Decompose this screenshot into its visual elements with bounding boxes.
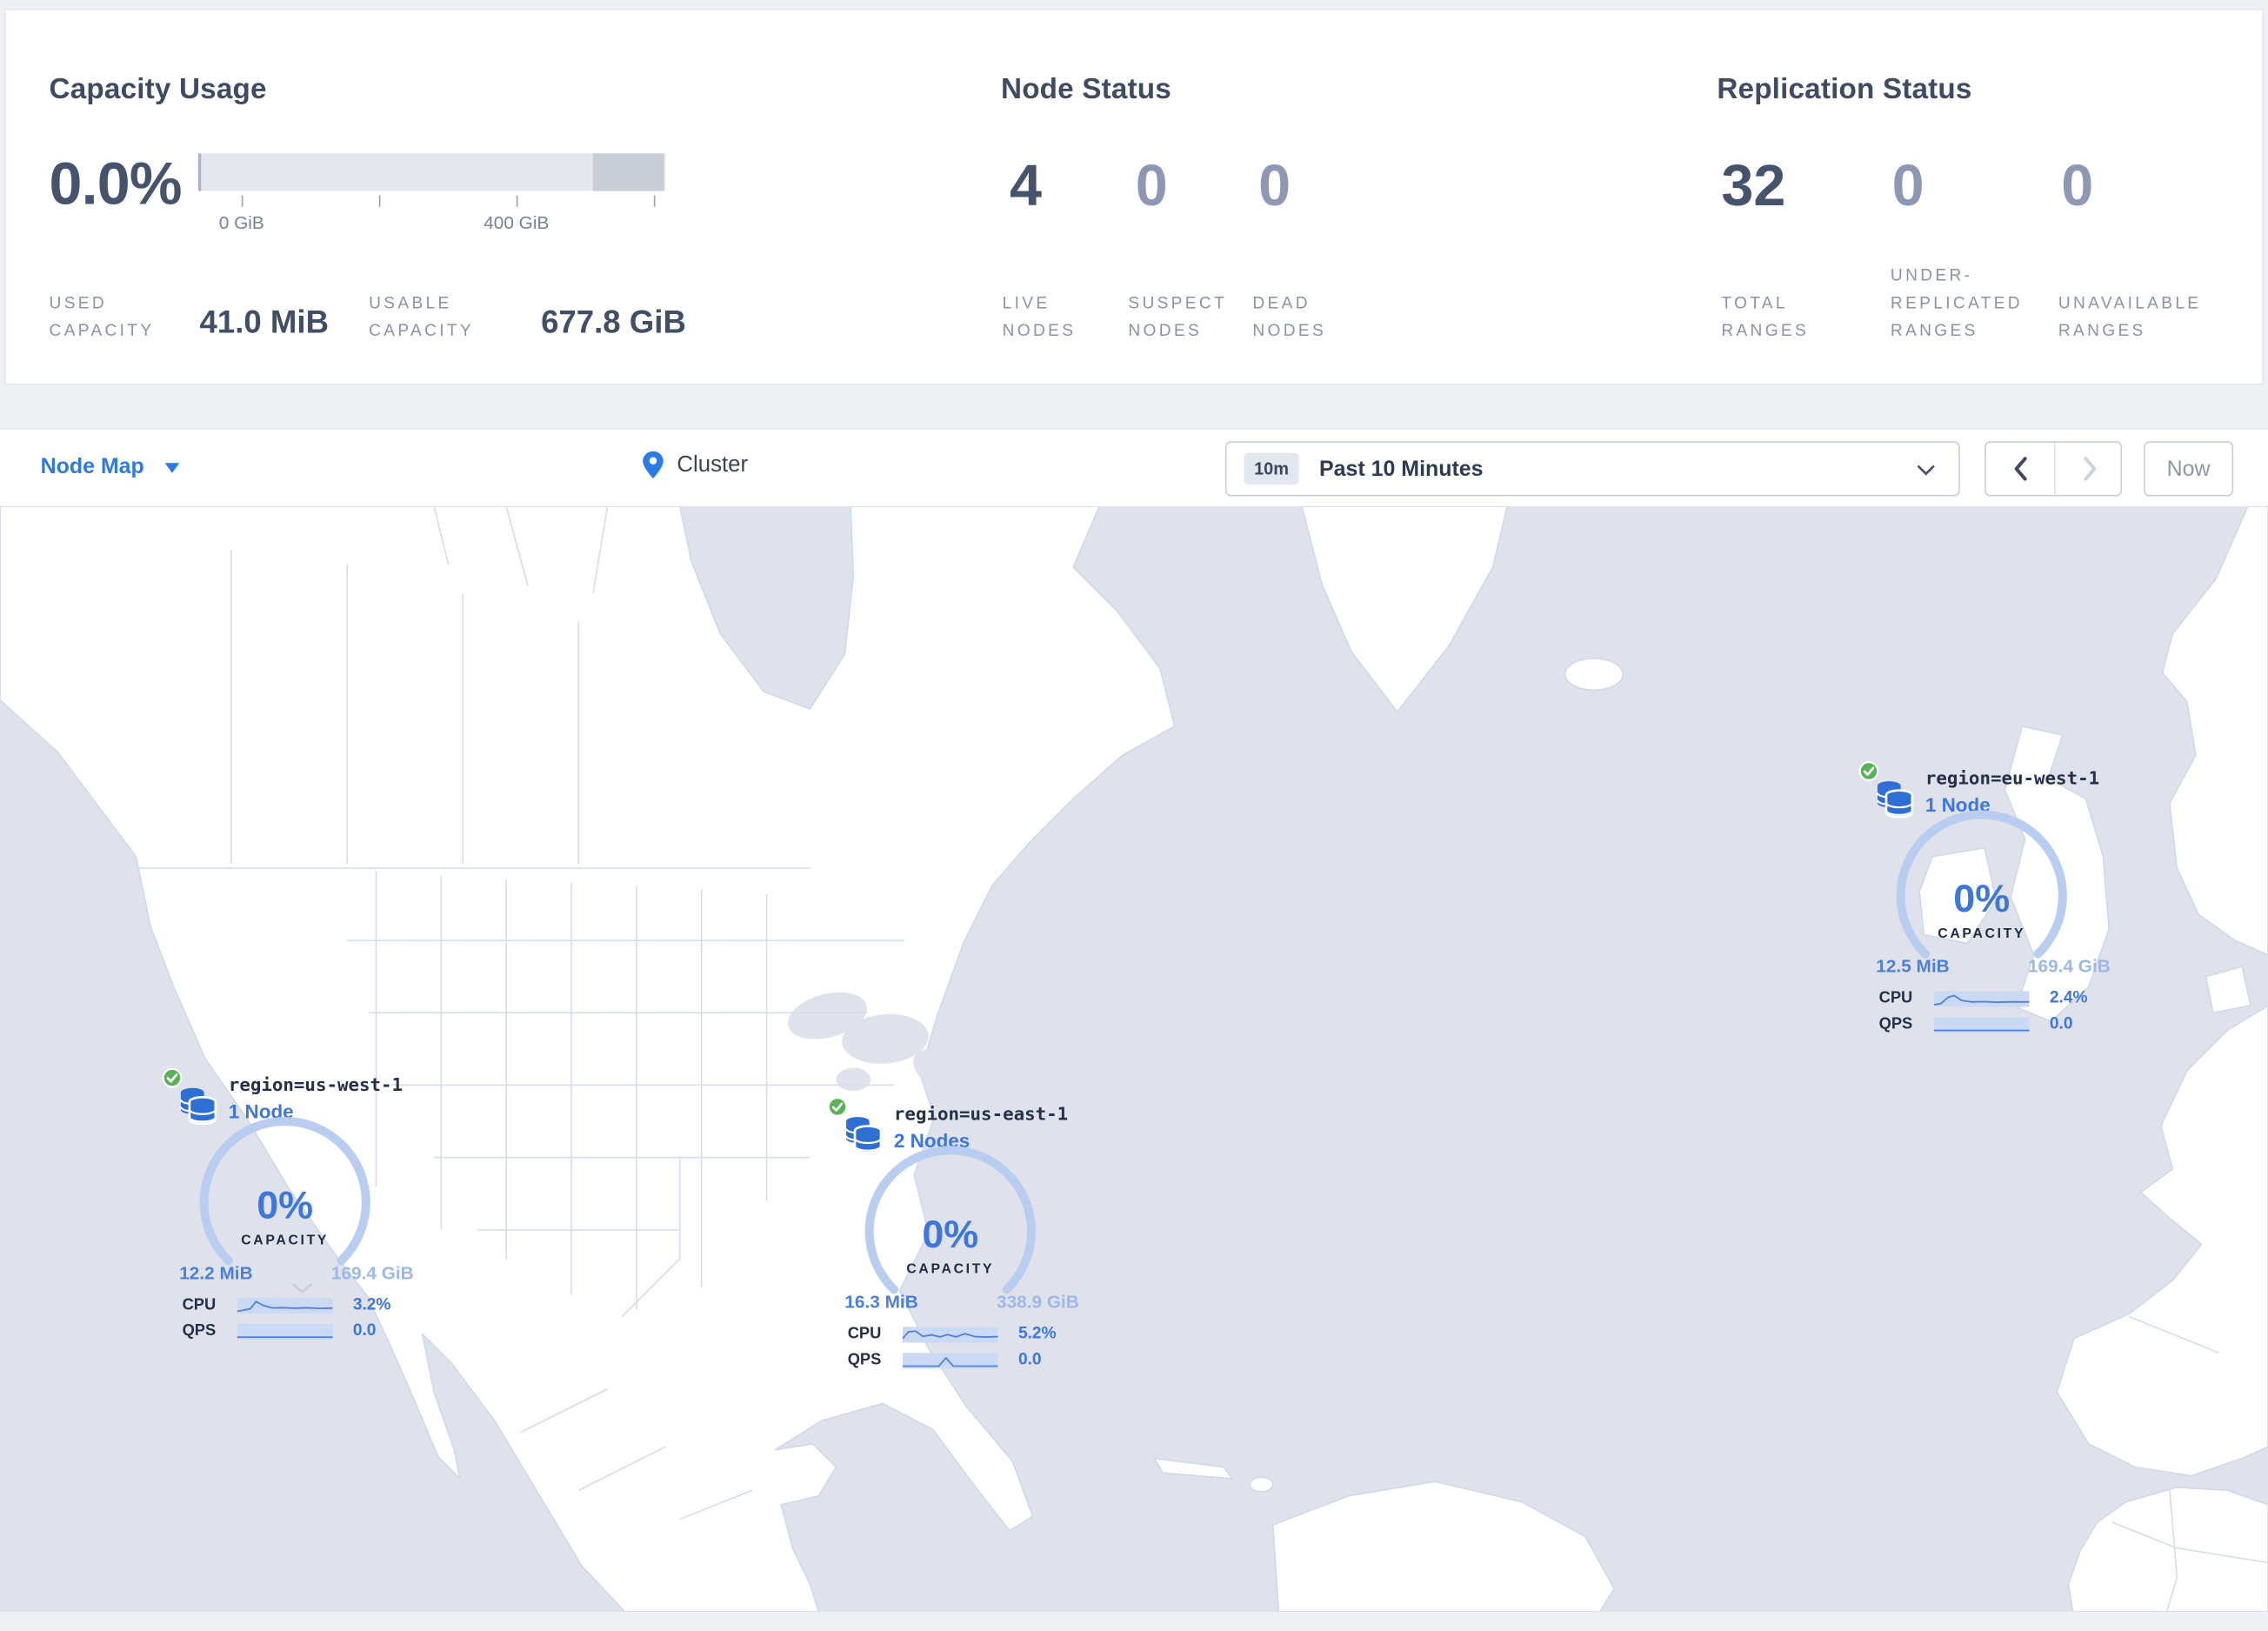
capacity-usage-bar xyxy=(197,153,666,191)
node-status-title: Node Status xyxy=(1001,73,1171,105)
used-capacity-value: 41.0 MiB xyxy=(199,304,330,340)
time-range-badge: 10m xyxy=(1244,452,1299,485)
region-marker-eu-west-1[interactable]: region=eu-west-1 1 Node 0% CAPACITY 12.5… xyxy=(1856,757,2119,1049)
unavailable-ranges-label: UNAVAILABLE RANGES xyxy=(2058,295,2202,340)
node-status-panel: Node Status 4 0 0 LIVE NODES SUSPECT NOD… xyxy=(1001,10,1623,384)
location-pin-icon xyxy=(643,451,664,479)
replication-status-title: Replication Status xyxy=(1717,73,1972,105)
region-usable-capacity: 338.9 GiB xyxy=(997,1292,1079,1313)
region-used-capacity: 16.3 MiB xyxy=(844,1292,918,1313)
cpu-label: CPU xyxy=(182,1296,217,1314)
qps-label: QPS xyxy=(182,1322,217,1340)
breadcrumb[interactable]: Cluster xyxy=(641,450,748,480)
region-marker-us-east-1[interactable]: region=us-east-1 2 Nodes 0% CAPACITY 16.… xyxy=(824,1093,1088,1385)
unavailable-ranges-count: 0 xyxy=(2061,154,2094,219)
qps-value: 0.0 xyxy=(352,1322,377,1340)
now-button[interactable]: Now xyxy=(2144,441,2234,497)
used-capacity-label: USED CAPACITY xyxy=(49,295,155,340)
axis-tick xyxy=(241,195,243,207)
region-capacity-word: CAPACITY xyxy=(1938,926,2026,942)
axis-tick-label: 400 GiB xyxy=(484,212,550,233)
live-nodes-label: LIVE NODES xyxy=(1002,295,1077,340)
land-iceland xyxy=(1564,657,1624,692)
region-capacity-percent: 0% xyxy=(922,1212,979,1256)
cpu-label: CPU xyxy=(847,1325,882,1343)
cpu-sparkline xyxy=(902,1327,998,1343)
cpu-value: 5.2% xyxy=(1017,1325,1057,1343)
region-name: region=us-east-1 xyxy=(893,1102,1069,1125)
total-ranges-label: TOTAL RANGES xyxy=(1721,295,1810,340)
region-capacity-word: CAPACITY xyxy=(906,1261,995,1278)
qps-sparkline xyxy=(902,1353,998,1369)
map-toolbar: Node Map Cluster 10m Past 10 Minutes Now xyxy=(0,428,2268,507)
cpu-label: CPU xyxy=(1878,989,1913,1007)
capacity-bar-reserved-segment xyxy=(592,153,664,191)
time-step-forward-button[interactable] xyxy=(2056,443,2124,495)
dropdown-triangle-icon xyxy=(164,463,179,473)
time-step-back-button[interactable] xyxy=(1986,443,2054,495)
qps-label: QPS xyxy=(1878,1015,1913,1033)
region-used-capacity: 12.2 MiB xyxy=(179,1263,253,1284)
under-replicated-ranges-count: 0 xyxy=(1891,154,1924,219)
total-ranges-count: 32 xyxy=(1721,154,1786,219)
axis-tick xyxy=(653,195,656,207)
qps-label: QPS xyxy=(847,1351,882,1369)
region-usable-capacity: 169.4 GiB xyxy=(330,1263,414,1284)
dead-nodes-count: 0 xyxy=(1258,154,1291,219)
expand-caret-icon xyxy=(292,1283,313,1293)
region-name: region=us-west-1 xyxy=(228,1073,404,1096)
capacity-used-percent: 0.0% xyxy=(49,150,183,217)
region-capacity-word: CAPACITY xyxy=(241,1233,330,1249)
qps-sparkline xyxy=(1933,1017,2030,1033)
time-range-dropdown[interactable]: 10m Past 10 Minutes xyxy=(1224,441,1960,497)
replication-status-panel: Replication Status 32 0 0 TOTAL RANGES U… xyxy=(1717,10,2251,384)
cluster-summary-bar: Capacity Usage 0.0% 0 GiB 400 GiB USED C… xyxy=(3,8,2265,385)
cpu-value: 2.4% xyxy=(2049,989,2088,1007)
capacity-usage-panel: Capacity Usage 0.0% 0 GiB 400 GiB USED C… xyxy=(50,10,946,384)
axis-tick-label: 0 GiB xyxy=(218,212,264,233)
land-hispaniola xyxy=(1249,1476,1274,1493)
live-nodes-count: 4 xyxy=(1009,154,1042,219)
region-capacity-percent: 0% xyxy=(257,1183,314,1227)
axis-tick xyxy=(516,195,518,207)
breadcrumb-label: Cluster xyxy=(677,451,749,478)
node-map-page: Capacity Usage 0.0% 0 GiB 400 GiB USED C… xyxy=(0,0,2268,1631)
world-map xyxy=(0,506,2268,1612)
time-step-controls xyxy=(1984,441,2124,497)
dead-nodes-label: DEAD NODES xyxy=(1252,295,1327,340)
region-usable-capacity: 169.4 GiB xyxy=(2027,956,2111,977)
view-mode-dropdown[interactable]: Node Map xyxy=(40,454,179,479)
capacity-bar-used-segment xyxy=(197,153,202,191)
axis-tick xyxy=(378,195,381,207)
cpu-value: 3.2% xyxy=(352,1296,391,1314)
suspect-nodes-label: SUSPECT NODES xyxy=(1128,295,1228,340)
capacity-usage-title: Capacity Usage xyxy=(49,73,267,105)
cpu-sparkline xyxy=(237,1297,333,1314)
qps-sparkline xyxy=(237,1323,333,1340)
region-capacity-percent: 0% xyxy=(1953,876,2011,920)
chevron-left-icon xyxy=(2013,457,2026,481)
usable-capacity-label: USABLE CAPACITY xyxy=(369,295,475,340)
usable-capacity-value: 677.8 GiB xyxy=(541,304,686,340)
time-range-label: Past 10 Minutes xyxy=(1318,456,1484,482)
region-marker-us-west-1[interactable]: region=us-west-1 1 Node 0% CAPACITY 12.2… xyxy=(159,1064,423,1356)
qps-value: 0.0 xyxy=(1017,1351,1042,1369)
region-name: region=eu-west-1 xyxy=(1924,766,2100,789)
chevron-right-icon xyxy=(2083,457,2096,481)
cpu-sparkline xyxy=(1933,991,2030,1007)
world-map-canvas xyxy=(0,506,2268,1612)
chevron-down-icon xyxy=(1917,465,1935,476)
qps-value: 0.0 xyxy=(2049,1015,2073,1033)
under-replicated-ranges-label: UNDER- REPLICATED RANGES xyxy=(1890,267,2023,340)
view-mode-label: Node Map xyxy=(40,454,144,479)
suspect-nodes-count: 0 xyxy=(1135,154,1168,219)
region-used-capacity: 12.5 MiB xyxy=(1876,956,1950,977)
